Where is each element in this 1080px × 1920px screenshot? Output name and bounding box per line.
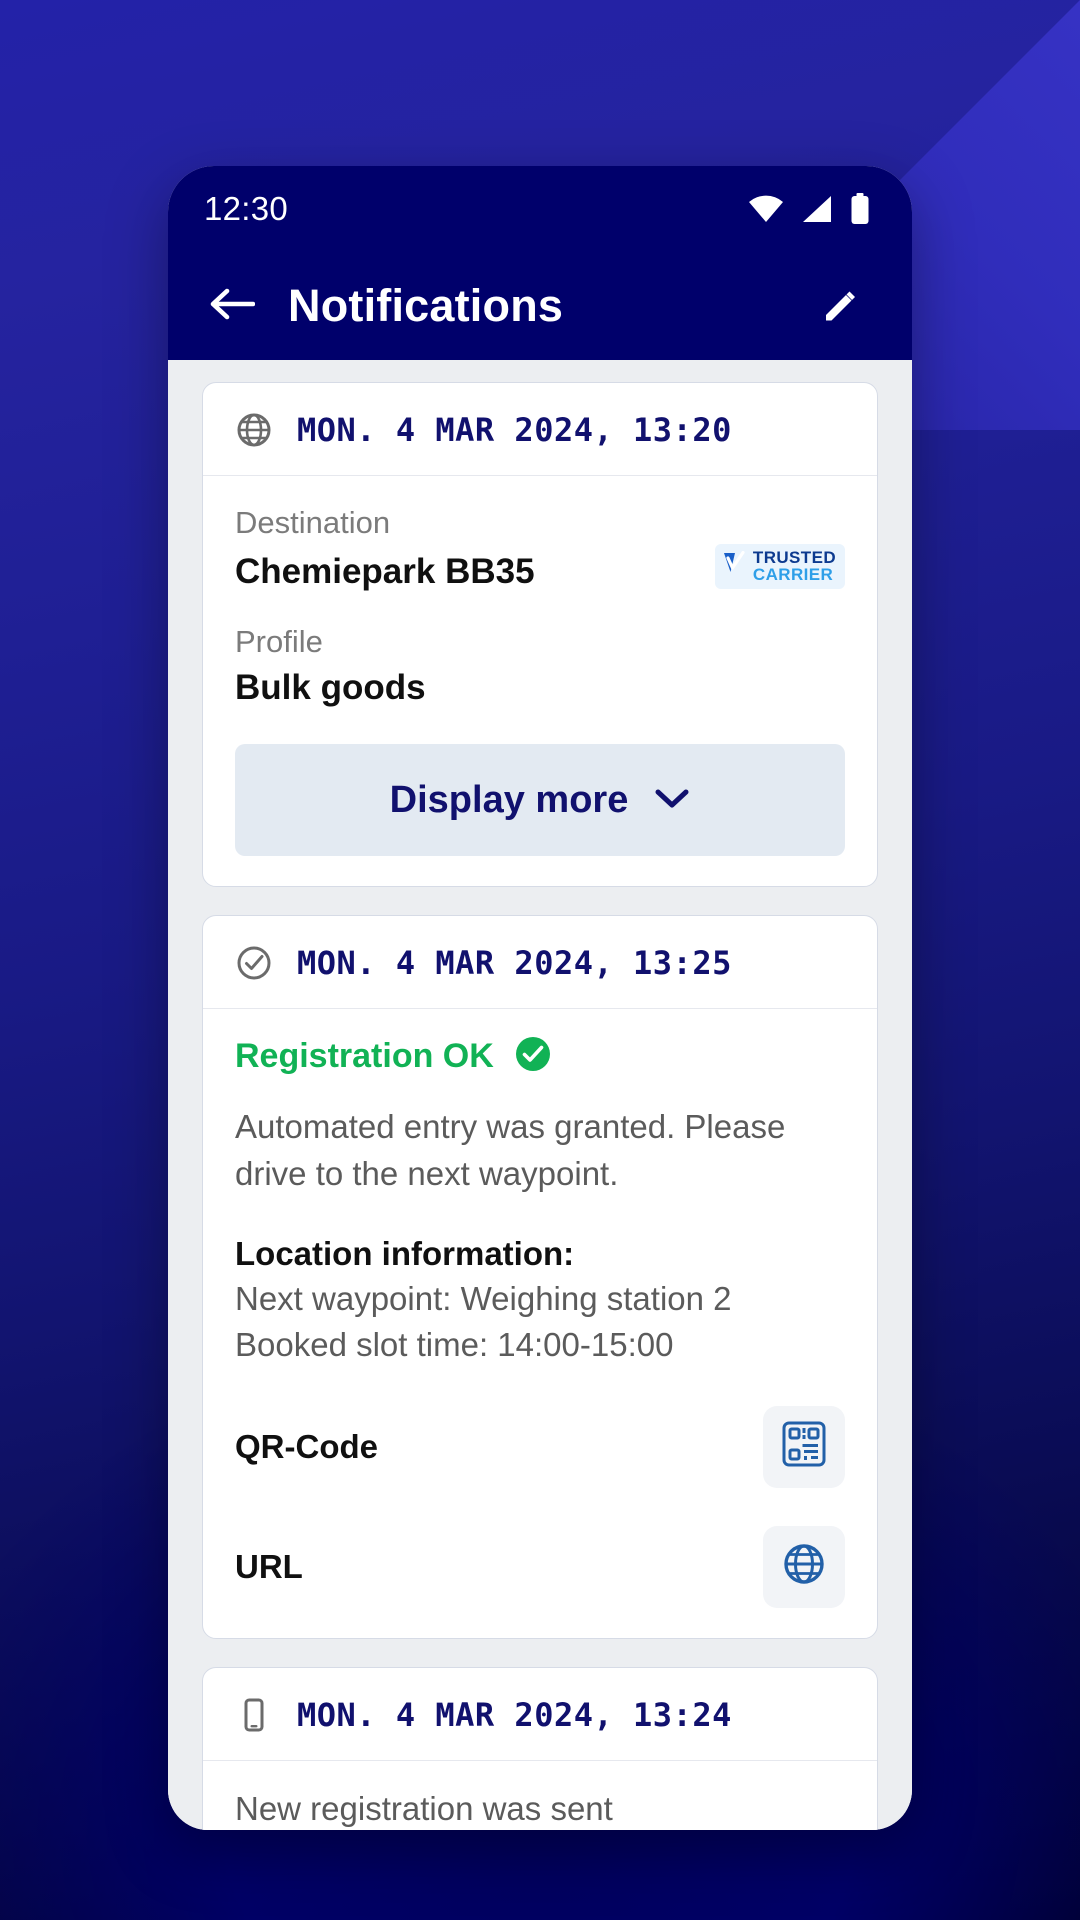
notification-card[interactable]: MON. 4 MAR 2024, 13:20 Destination Chemi… (202, 382, 878, 888)
edit-button[interactable] (810, 276, 870, 336)
badge-line-1: TRUSTED (752, 547, 836, 567)
card-timestamp: MON. 4 MAR 2024, 13:24 (297, 1695, 732, 1734)
display-more-button[interactable]: Display more (235, 744, 845, 857)
status-bar: 12:30 (168, 166, 912, 252)
wifi-icon (748, 195, 784, 223)
check-circle-filled-icon (514, 1035, 552, 1078)
location-information-heading: Location information: (235, 1234, 575, 1272)
destination-value: Chemiepark BB35 (235, 552, 535, 592)
card-header: MON. 4 MAR 2024, 13:20 (203, 383, 877, 476)
qr-code-button[interactable] (763, 1405, 845, 1488)
registration-status-text: Registration OK (235, 1037, 494, 1076)
destination-field: Destination Chemiepark BB35 TRUSTED CARR… (235, 502, 845, 595)
cellular-signal-icon (801, 195, 833, 223)
badge-line-2: CARRIER (752, 564, 834, 584)
notification-card[interactable]: MON. 4 MAR 2024, 13:24 New registration … (202, 1666, 878, 1830)
profile-value: Bulk goods (235, 667, 426, 707)
battery-icon (850, 193, 870, 225)
destination-label: Destination (235, 505, 391, 540)
registration-status: Registration OK (235, 1035, 845, 1078)
mobile-phone-icon (233, 1694, 275, 1736)
status-bar-icons (748, 193, 870, 225)
chevron-down-icon (654, 786, 690, 815)
globe-icon (233, 409, 275, 451)
card-timestamp: MON. 4 MAR 2024, 13:25 (297, 944, 732, 983)
profile-label: Profile (235, 623, 323, 659)
profile-field: Profile Bulk goods (235, 621, 845, 710)
checkmark-v-icon (722, 551, 748, 580)
card-body: New registration was sent (203, 1761, 877, 1830)
booked-slot-time-line: Booked slot time: 14:00-15:00 (235, 1325, 674, 1363)
url-row: URL (235, 1525, 845, 1608)
check-circle-outline-icon (233, 942, 275, 984)
registration-message: Automated entry was granted. Please driv… (235, 1108, 786, 1193)
trusted-carrier-badge: TRUSTED CARRIER (714, 543, 845, 589)
qr-code-label: QR-Code (235, 1427, 378, 1465)
card-timestamp: MON. 4 MAR 2024, 13:20 (297, 411, 732, 449)
trusted-carrier-text: TRUSTED CARRIER (753, 549, 836, 583)
globe-filled-icon (781, 1541, 827, 1592)
card-body: Registration OK Automated entry was gran… (203, 1009, 877, 1637)
app-bar: Notifications (168, 252, 912, 360)
arrow-left-icon (209, 284, 256, 329)
display-more-label: Display more (389, 778, 629, 821)
next-waypoint-line: Next waypoint: Weighing station 2 (235, 1280, 732, 1318)
notifications-list[interactable]: MON. 4 MAR 2024, 13:20 Destination Chemi… (168, 360, 912, 1830)
qr-code-row: QR-Code (235, 1405, 845, 1488)
card-header: MON. 4 MAR 2024, 13:25 (203, 916, 877, 1010)
notification-message: New registration was sent (235, 1789, 613, 1827)
card-body: Destination Chemiepark BB35 TRUSTED CARR… (203, 476, 877, 886)
pencil-icon (818, 282, 862, 331)
back-button[interactable] (202, 276, 262, 336)
card-header: MON. 4 MAR 2024, 13:24 (203, 1668, 877, 1761)
phone-frame: 12:30 Notifications MON. 4 MAR 2024, 13:… (168, 166, 912, 1830)
page-title: Notifications (288, 280, 564, 331)
url-button[interactable] (763, 1525, 845, 1608)
status-bar-time: 12:30 (204, 190, 289, 227)
notification-card[interactable]: MON. 4 MAR 2024, 13:25 Registration OK A… (202, 915, 878, 1639)
url-label: URL (235, 1547, 303, 1585)
qr-code-icon (780, 1420, 828, 1473)
